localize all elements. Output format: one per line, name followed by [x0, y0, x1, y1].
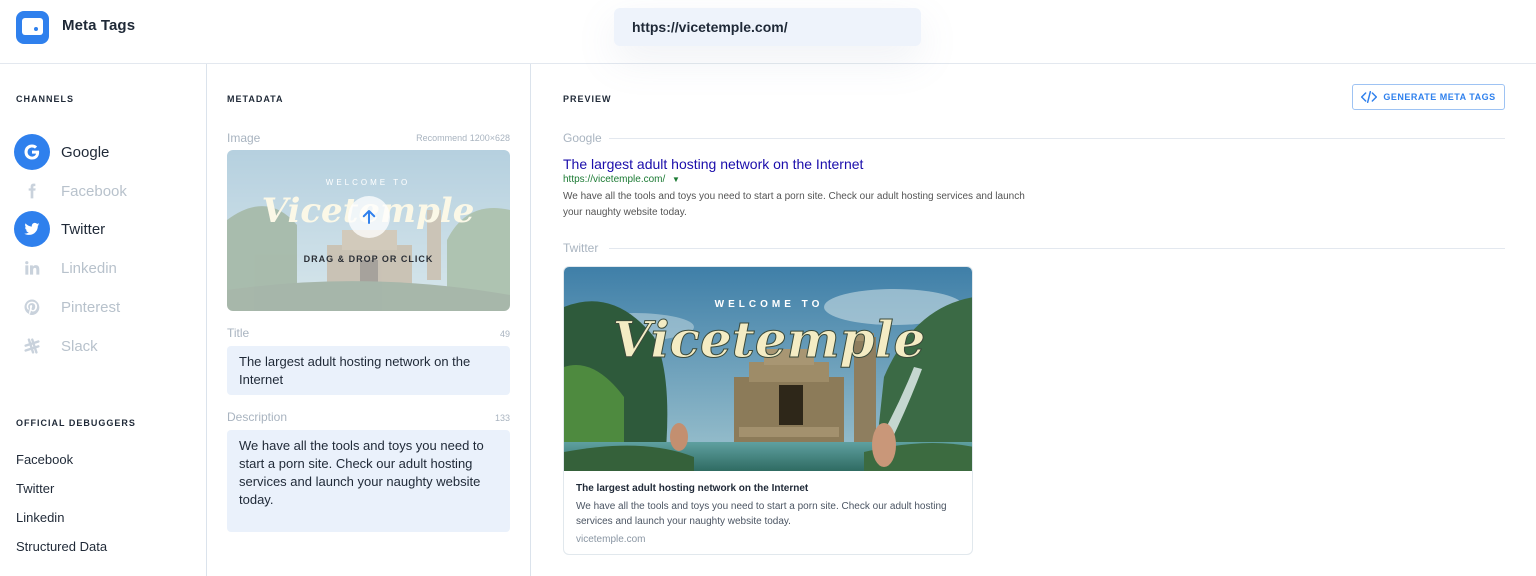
- image-label: Image: [227, 131, 261, 145]
- debugger-link-twitter[interactable]: Twitter: [16, 481, 54, 496]
- svg-text:WELCOME TO: WELCOME TO: [326, 178, 410, 187]
- google-url-text: https://vicetemple.com/: [563, 174, 666, 185]
- twitter-icon: [14, 211, 50, 247]
- app-title: Meta Tags: [62, 17, 136, 34]
- twitter-card[interactable]: WELCOME TO Vicetemple The largest adult …: [563, 266, 973, 555]
- generate-button-label: GENERATE META TAGS: [1383, 92, 1496, 102]
- pinterest-icon: [14, 289, 50, 325]
- description-label: Description: [227, 410, 288, 424]
- channel-twitter[interactable]: Twitter: [14, 211, 105, 247]
- title-char-count: 49: [499, 329, 510, 339]
- google-result-url: https://vicetemple.com/ ▼: [563, 174, 680, 185]
- title-label: Title: [227, 326, 250, 340]
- metadata-panel: METADATA Image Recommend 1200×628 WELCOM…: [207, 64, 531, 576]
- channels-heading: CHANNELS: [16, 94, 75, 104]
- preview-panel: PREVIEW GENERATE META TAGS Google The la…: [531, 64, 1536, 576]
- channel-label: Slack: [61, 337, 98, 355]
- title-input[interactable]: The largest adult hosting network on the…: [227, 346, 510, 395]
- app-logo-icon[interactable]: [16, 11, 49, 44]
- slack-icon: [14, 328, 50, 364]
- metadata-heading: METADATA: [227, 94, 284, 104]
- sidebar: CHANNELS Google Facebook Twitter Linkedi…: [0, 64, 207, 576]
- debugger-link-linkedin[interactable]: Linkedin: [16, 510, 64, 525]
- twitter-preview-label: Twitter: [563, 241, 599, 255]
- channel-label: Linkedin: [61, 259, 117, 277]
- debugger-link-structured-data[interactable]: Structured Data: [16, 539, 107, 554]
- linkedin-icon: [14, 250, 50, 286]
- channel-google[interactable]: Google: [14, 134, 109, 170]
- google-divider: [609, 138, 1505, 139]
- twitter-card-domain: vicetemple.com: [576, 534, 646, 545]
- twitter-divider: [609, 248, 1505, 249]
- image-dropzone[interactable]: WELCOME TO Vicetemple DRAG & DROP OR CLI…: [227, 150, 510, 311]
- twitter-card-title: The largest adult hosting network on the…: [576, 483, 809, 494]
- preview-heading: PREVIEW: [563, 94, 612, 104]
- channel-label: Twitter: [61, 220, 106, 238]
- twitter-card-description: We have all the tools and toys you need …: [576, 501, 947, 527]
- card-image-welcome-text: WELCOME TO: [715, 299, 824, 310]
- channel-label: Pinterest: [61, 298, 121, 316]
- caret-down-icon: ▼: [672, 175, 680, 184]
- description-char-count: 133: [494, 413, 510, 423]
- header: Meta Tags https://vicetemple.com/: [0, 0, 1536, 64]
- channel-label: Google: [61, 143, 110, 161]
- google-preview-label: Google: [563, 131, 602, 145]
- channel-label: Facebook: [61, 182, 127, 200]
- channel-linkedin[interactable]: Linkedin: [14, 250, 117, 286]
- description-textarea[interactable]: We have all the tools and toys you need …: [227, 430, 510, 532]
- upload-icon[interactable]: [348, 196, 390, 238]
- debugger-link-facebook[interactable]: Facebook: [16, 452, 73, 467]
- generate-meta-tags-button[interactable]: GENERATE META TAGS: [1352, 84, 1505, 110]
- card-image-brand-text: Vicetemple: [613, 310, 926, 369]
- facebook-icon: [14, 173, 50, 209]
- google-icon: [14, 134, 50, 170]
- channel-slack[interactable]: Slack: [14, 328, 98, 364]
- dropzone-text: DRAG & DROP OR CLICK: [303, 254, 434, 264]
- image-size-hint: Recommend 1200×628: [416, 133, 510, 143]
- twitter-card-image: WELCOME TO Vicetemple: [564, 267, 972, 471]
- channel-facebook[interactable]: Facebook: [14, 173, 127, 209]
- url-input[interactable]: https://vicetemple.com/: [614, 8, 921, 46]
- channel-pinterest[interactable]: Pinterest: [14, 289, 120, 325]
- google-result-description: We have all the tools and toys you need …: [563, 191, 1025, 218]
- debuggers-heading: OFFICIAL DEBUGGERS: [16, 418, 136, 428]
- google-result-title[interactable]: The largest adult hosting network on the…: [563, 156, 863, 172]
- code-icon: [1361, 91, 1378, 103]
